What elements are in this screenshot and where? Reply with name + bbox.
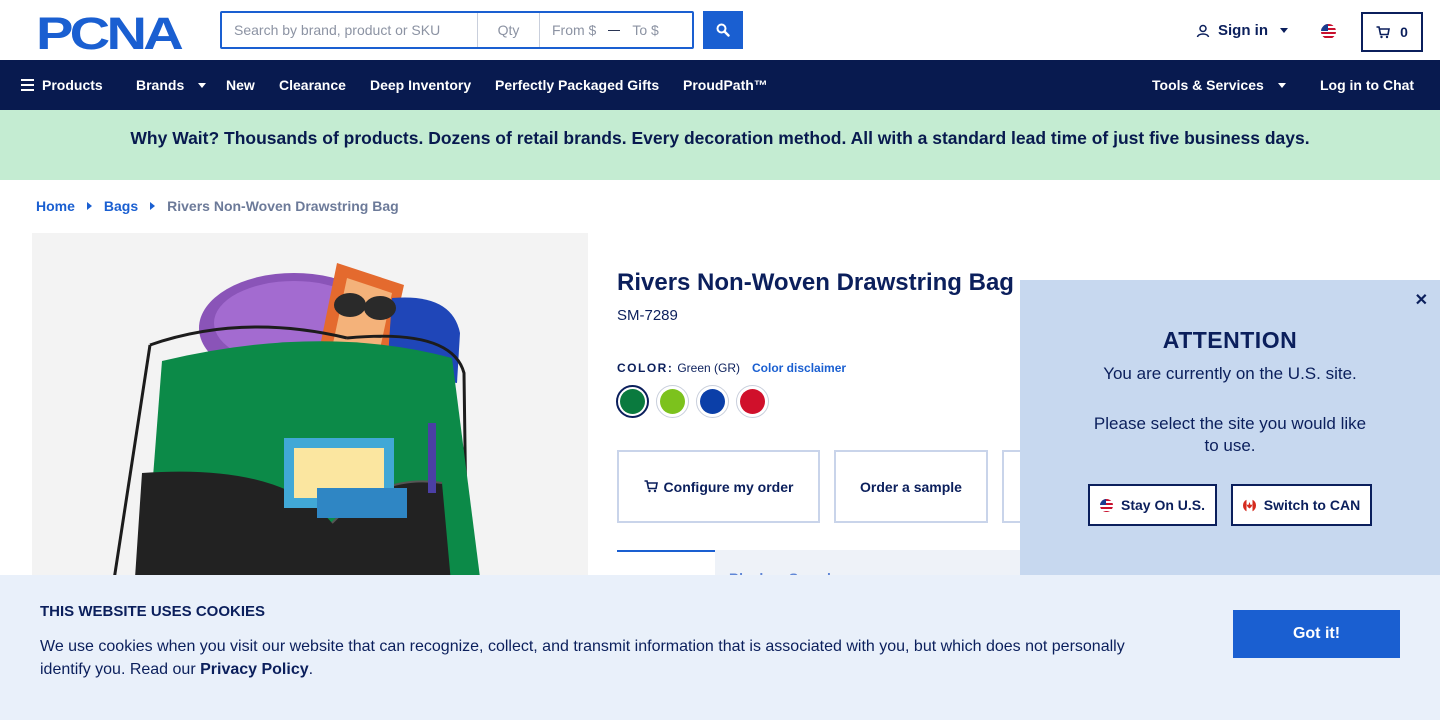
switch-can-button[interactable]: Switch to CAN <box>1231 484 1372 526</box>
sign-in-menu[interactable]: Sign in <box>1196 22 1288 39</box>
color-label: COLOR: <box>617 361 674 375</box>
breadcrumb-bags[interactable]: Bags <box>104 198 138 214</box>
got-it-button[interactable]: Got it! <box>1233 610 1400 658</box>
modal-title: ATTENTION <box>1162 327 1298 353</box>
nav-products-label: Products <box>42 77 103 93</box>
configure-order-button[interactable]: Configure my order <box>617 450 820 523</box>
search-icon <box>716 23 730 37</box>
site-header: PCNA Search by brand, product or SKU Qty… <box>0 0 1440 60</box>
swatch-lime-green[interactable] <box>656 385 689 418</box>
swatch-red[interactable] <box>736 385 769 418</box>
hamburger-icon <box>21 79 34 91</box>
search-placeholder: Search by brand, product or SKU <box>234 22 441 38</box>
stay-us-button[interactable]: Stay On U.S. <box>1088 484 1217 526</box>
switch-can-label: Switch to CAN <box>1263 497 1361 513</box>
modal-instruction: Please select the site you would like to… <box>1093 414 1367 455</box>
configure-order-label: Configure my order <box>663 478 794 495</box>
cart-icon <box>1376 25 1391 38</box>
breadcrumb: Home Bags Rivers Non-Woven Drawstring Ba… <box>36 198 399 214</box>
nav-products[interactable]: Products <box>21 60 103 110</box>
color-info: COLOR: Green (GR) Color disclaimer <box>617 361 846 375</box>
search-input[interactable]: Search by brand, product or SKU <box>222 13 478 47</box>
order-sample-button[interactable]: Order a sample <box>834 450 988 523</box>
chevron-down-icon <box>1280 28 1288 33</box>
product-title: Rivers Non-Woven Drawstring Bag <box>617 269 1014 296</box>
nav-brands-label: Brands <box>136 77 185 93</box>
cookie-period: . <box>308 661 314 678</box>
breadcrumb-home[interactable]: Home <box>36 198 75 214</box>
svg-text:PCNA: PCNA <box>36 13 183 53</box>
search-bar: Search by brand, product or SKU Qty From… <box>220 11 694 49</box>
color-disclaimer-link[interactable]: Color disclaimer <box>752 361 846 375</box>
stay-us-label: Stay On U.S. <box>1120 497 1206 513</box>
breadcrumb-current: Rivers Non-Woven Drawstring Bag <box>167 198 399 214</box>
cart-icon <box>644 480 658 493</box>
us-flag-icon[interactable] <box>1321 24 1336 39</box>
cookie-body: We use cookies when you visit our websit… <box>40 635 1150 681</box>
promo-banner: Why Wait? Thousands of products. Dozens … <box>0 110 1440 180</box>
nav-brands[interactable]: Brands <box>136 60 207 110</box>
nav-gifts[interactable]: Perfectly Packaged Gifts <box>495 60 659 110</box>
nav-chat-login[interactable]: Log in to Chat <box>1320 60 1414 110</box>
swatch-green[interactable] <box>616 385 649 418</box>
price-range: From $ To $ <box>540 13 692 47</box>
chevron-down-icon <box>198 82 207 88</box>
pcna-logo[interactable]: PCNA <box>36 13 184 53</box>
drawstring-bag-illustration <box>32 233 588 593</box>
qty-input[interactable]: Qty <box>478 13 540 47</box>
nav-tools-label: Tools & Services <box>1152 77 1264 93</box>
price-separator <box>608 29 621 31</box>
order-sample-label: Order a sample <box>860 478 962 495</box>
site-selector-modal: ✕ ATTENTION You are currently on the U.S… <box>1020 280 1440 580</box>
search-button[interactable] <box>703 11 743 49</box>
nav-tools-services[interactable]: Tools & Services <box>1152 60 1286 110</box>
qty-placeholder: Qty <box>497 22 520 38</box>
nav-proudpath[interactable]: ProudPath™ <box>683 60 768 110</box>
swatch-color <box>700 389 725 414</box>
swatch-royal-blue[interactable] <box>696 385 729 418</box>
sign-in-label: Sign in <box>1218 22 1268 39</box>
cart-count: 0 <box>1400 24 1408 40</box>
price-from-input[interactable]: From $ <box>552 22 596 38</box>
canada-flag-icon <box>1242 498 1256 512</box>
main-nav: Products Brands New Clearance Deep Inven… <box>0 60 1440 110</box>
us-flag-icon <box>1099 498 1113 512</box>
user-icon <box>1196 24 1210 37</box>
cookie-title: THIS WEBSITE USES COOKIES <box>40 603 266 620</box>
promo-banner-text: Why Wait? Thousands of products. Dozens … <box>130 128 1310 148</box>
chevron-down-icon <box>1277 82 1286 88</box>
nav-new[interactable]: New <box>226 60 255 110</box>
cart-button[interactable]: 0 <box>1361 12 1423 52</box>
nav-clearance[interactable]: Clearance <box>279 60 346 110</box>
product-sku: SM-7289 <box>617 307 678 324</box>
close-icon[interactable]: ✕ <box>1415 290 1428 310</box>
nav-deep-inventory[interactable]: Deep Inventory <box>370 60 471 110</box>
cookie-banner: THIS WEBSITE USES COOKIES We use cookies… <box>0 575 1440 720</box>
swatch-color <box>660 389 685 414</box>
modal-current-site: You are currently on the U.S. site. <box>1103 364 1357 383</box>
color-value: Green (GR) <box>677 361 741 375</box>
privacy-policy-link[interactable]: Privacy Policy <box>200 661 309 678</box>
chevron-right-icon <box>86 202 92 210</box>
color-swatches <box>616 385 769 418</box>
swatch-color <box>620 389 645 414</box>
chevron-right-icon <box>150 202 156 210</box>
product-image[interactable] <box>32 233 588 593</box>
swatch-color <box>740 389 765 414</box>
price-to-input[interactable]: To $ <box>632 22 658 38</box>
